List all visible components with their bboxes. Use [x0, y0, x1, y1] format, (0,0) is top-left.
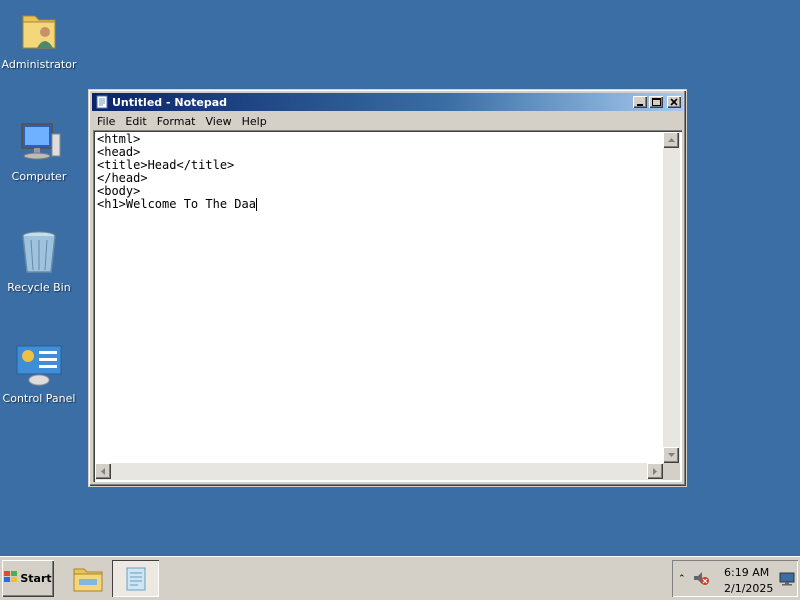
volume-muted-icon[interactable] [692, 570, 710, 589]
user-folder-icon [15, 6, 63, 54]
arrow-down-icon [667, 453, 675, 457]
desktop-icon-control-panel[interactable]: Control Panel [0, 340, 78, 405]
desktop-icon-label: Recycle Bin [7, 281, 71, 294]
menu-help[interactable]: Help [237, 115, 272, 128]
notepad-window[interactable]: Untitled - Notepad File Edit Format View… [88, 89, 687, 487]
text-editor[interactable]: <html> <head> <title>Head</title> </head… [93, 130, 682, 482]
clock-date[interactable]: 2/1/2025 [724, 582, 773, 595]
desktop-icon-recycle-bin[interactable]: Recycle Bin [0, 229, 78, 294]
clock-time[interactable]: 6:19 AM [724, 566, 769, 579]
scroll-right-button[interactable] [647, 463, 663, 479]
arrow-right-icon [653, 467, 657, 475]
notepad-icon [126, 567, 145, 590]
network-icon[interactable] [779, 572, 795, 589]
maximize-button[interactable] [649, 96, 663, 108]
title-bar[interactable]: Untitled - Notepad [92, 93, 683, 111]
arrow-left-icon [101, 467, 105, 475]
arrow-up-icon [667, 138, 675, 142]
desktop-icon-label: Computer [11, 170, 67, 183]
menu-format[interactable]: Format [152, 115, 201, 128]
scroll-up-button[interactable] [663, 132, 679, 148]
desktop-icon-label: Administrator [1, 58, 77, 71]
scrollbar-corner [663, 463, 680, 480]
maximize-icon [651, 98, 661, 106]
system-tray: ⌃ 6:19 AM 2/1/2025 [672, 560, 798, 597]
start-button[interactable]: Start [2, 560, 54, 597]
scroll-left-button[interactable] [95, 463, 111, 479]
scroll-down-button[interactable] [663, 447, 679, 463]
computer-icon [15, 118, 63, 166]
close-icon [670, 98, 678, 106]
show-hidden-icons-chevron-icon[interactable]: ⌃ [678, 574, 686, 584]
desktop-icon-administrator[interactable]: Administrator [0, 6, 78, 71]
menu-view[interactable]: View [201, 115, 237, 128]
notepad-icon [95, 95, 109, 109]
menu-file[interactable]: File [92, 115, 120, 128]
windows-logo-icon [4, 571, 18, 586]
taskbar-notepad-button[interactable] [112, 560, 159, 597]
minimize-button[interactable] [633, 96, 647, 108]
text-caret [255, 198, 257, 211]
recycle-bin-icon [15, 229, 63, 277]
horizontal-scrollbar[interactable] [95, 463, 663, 480]
close-button[interactable] [667, 96, 681, 108]
taskbar: Start ⌃ 6:19 AM 2/1/2025 [0, 556, 800, 600]
vertical-scrollbar[interactable] [663, 132, 680, 463]
folder-icon [73, 568, 103, 591]
start-label: Start [20, 572, 52, 585]
editor-text: <html> <head> <title>Head</title> </head… [97, 132, 256, 211]
minimize-icon [637, 104, 643, 106]
menu-bar: File Edit Format View Help [92, 112, 683, 130]
desktop-icon-computer[interactable]: Computer [0, 118, 78, 183]
desktop-icon-label: Control Panel [2, 392, 76, 405]
window-title: Untitled - Notepad [112, 95, 228, 109]
quicklaunch-explorer[interactable] [66, 560, 110, 597]
menu-edit[interactable]: Edit [120, 115, 151, 128]
editor-content[interactable]: <html> <head> <title>Head</title> </head… [97, 133, 660, 462]
control-panel-icon [15, 340, 63, 388]
